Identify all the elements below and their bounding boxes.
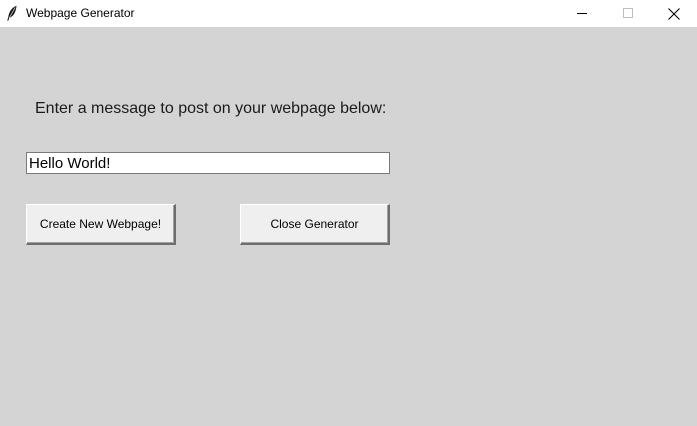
close-window-button[interactable]	[651, 0, 697, 27]
app-window: Webpage Generator Enter a message to pos…	[0, 0, 697, 426]
main-content: Enter a message to post on your webpage …	[0, 27, 697, 426]
maximize-button[interactable]	[605, 0, 651, 27]
close-icon	[668, 7, 680, 20]
maximize-icon	[622, 8, 634, 19]
message-input[interactable]	[26, 152, 390, 174]
title-bar[interactable]: Webpage Generator	[0, 0, 697, 27]
message-prompt-label: Enter a message to post on your webpage …	[35, 100, 387, 117]
minimize-icon	[576, 8, 588, 19]
create-webpage-button[interactable]: Create New Webpage!	[26, 204, 176, 245]
feather-icon	[6, 5, 18, 21]
close-generator-button[interactable]: Close Generator	[240, 204, 390, 245]
window-title: Webpage Generator	[26, 6, 135, 20]
minimize-button[interactable]	[559, 0, 605, 27]
